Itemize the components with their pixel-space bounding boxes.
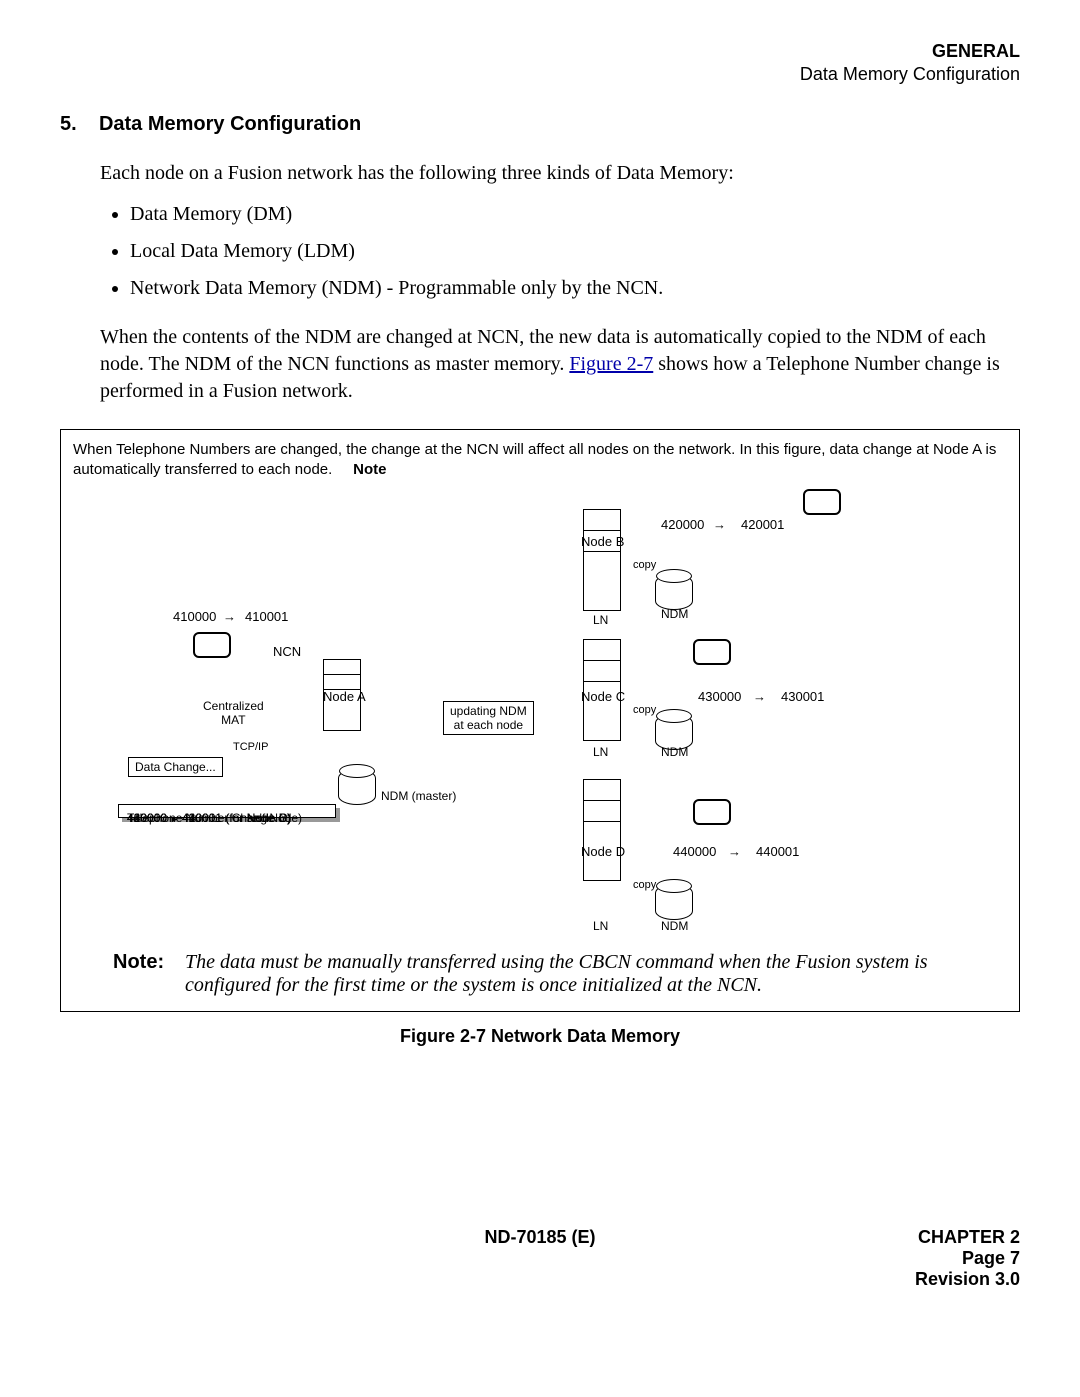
ln-label: LN — [593, 613, 608, 627]
figure-link[interactable]: Figure 2-7 — [569, 353, 653, 375]
arrow-icon — [167, 811, 182, 825]
footer-revision: Revision 3.0 — [700, 1269, 1020, 1290]
label-a-from: 410000 — [173, 609, 216, 624]
ndm-label: NDM — [661, 607, 688, 621]
updating-callout: updating NDM at each node — [443, 701, 534, 735]
cylinder-icon — [338, 769, 376, 805]
figure-caption: Figure 2-7 Network Data Memory — [60, 1026, 1020, 1047]
cylinder-icon — [655, 574, 693, 610]
phone-icon — [693, 639, 731, 665]
label-a-to: 410001 — [245, 609, 288, 624]
footer-chapter: CHAPTER 2 — [700, 1227, 1020, 1248]
label-b-to: 420001 — [741, 517, 784, 532]
arrow-icon: → — [223, 609, 236, 624]
figure-intro-note: Note — [353, 461, 386, 478]
node-d-label: Node D — [581, 844, 625, 859]
figure-note: Note: The data must be manually transfer… — [113, 951, 1007, 997]
list-item: Data Memory (DM) — [130, 203, 1020, 226]
note-text: The data must be manually transferred us… — [185, 951, 1007, 997]
node-a-label: Node A — [323, 689, 366, 704]
ncn-label: NCN — [273, 644, 301, 659]
label-c-from: 430000 — [698, 689, 741, 704]
memory-type-list: Data Memory (DM) Local Data Memory (LDM)… — [100, 203, 1020, 300]
header-general: GENERAL — [60, 40, 1020, 63]
figure-intro-text: When Telephone Numbers are changed, the … — [73, 441, 996, 478]
copy-label: copy — [633, 559, 656, 571]
phone-icon — [803, 489, 841, 515]
tcpip-label: TCP/IP — [233, 741, 268, 753]
note-label: Note: — [113, 951, 173, 974]
chg-from: 440000 — [127, 811, 167, 825]
arrow-icon: → — [753, 689, 766, 704]
page-footer: ND-70185 (E) CHAPTER 2 Page 7 Revision 3… — [60, 1227, 1020, 1290]
diagram: 410000 → 410001 NCN Node A Centralized M… — [73, 479, 1007, 939]
page-header: GENERAL Data Memory Configuration — [60, 40, 1020, 85]
changes-row: 440000 440001 (for Node D) — [127, 811, 291, 825]
intro-paragraph: Each node on a Fusion network has the fo… — [100, 160, 1020, 187]
rack-icon — [583, 509, 621, 611]
label-d-to: 440001 — [756, 844, 799, 859]
chg-for: (for Node D) — [225, 811, 291, 825]
rack-icon — [583, 779, 621, 881]
section-title: 5. Data Memory Configuration — [60, 113, 1020, 136]
phone-icon — [693, 799, 731, 825]
chg-to: 440001 — [182, 811, 222, 825]
header-subtitle: Data Memory Configuration — [60, 63, 1020, 86]
ln-label: LN — [593, 745, 608, 759]
figure-intro: When Telephone Numbers are changed, the … — [73, 440, 1007, 479]
footer-doc-id: ND-70185 (E) — [380, 1227, 700, 1248]
arrow-icon: → — [713, 517, 726, 532]
ndm-master-label: NDM (master) — [381, 789, 456, 803]
section-number: 5. — [60, 113, 77, 135]
pdf-page: GENERAL Data Memory Configuration 5. Dat… — [0, 0, 1080, 1330]
ln-label: LN — [593, 919, 608, 933]
figure-2-7: When Telephone Numbers are changed, the … — [60, 429, 1020, 1012]
list-item: Local Data Memory (LDM) — [130, 240, 1020, 263]
changes-box: Telephone Number Change 410000410001 (fo… — [118, 804, 336, 818]
cylinder-icon — [655, 884, 693, 920]
data-change-callout: Data Change... — [128, 757, 223, 777]
list-item: Network Data Memory (NDM) - Programmable… — [130, 277, 1020, 300]
ndm-label: NDM — [661, 919, 688, 933]
paragraph-2: When the contents of the NDM are changed… — [100, 324, 1020, 405]
label-c-to: 430001 — [781, 689, 824, 704]
node-b-label: Node B — [581, 534, 624, 549]
node-c-label: Node C — [581, 689, 625, 704]
arrow-icon: → — [728, 844, 741, 859]
footer-page: Page 7 — [700, 1248, 1020, 1269]
ndm-label: NDM — [661, 745, 688, 759]
copy-label: copy — [633, 879, 656, 891]
phone-icon — [193, 632, 231, 658]
copy-label: copy — [633, 704, 656, 716]
centralized-mat-label: Centralized MAT — [203, 699, 264, 727]
label-d-from: 440000 — [673, 844, 716, 859]
label-b-from: 420000 — [661, 517, 704, 532]
section-title-text: Data Memory Configuration — [99, 113, 361, 135]
